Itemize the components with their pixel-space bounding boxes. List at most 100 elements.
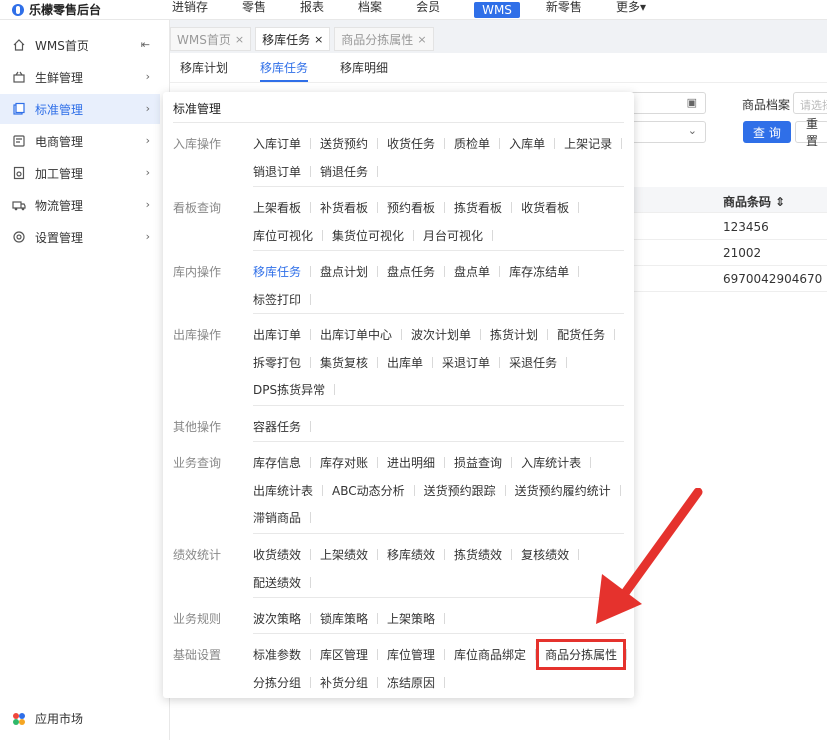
menu-item[interactable]: 标签打印 — [253, 291, 301, 308]
menu-item[interactable]: 集货复核 — [320, 354, 368, 371]
close-icon[interactable]: × — [314, 33, 323, 46]
menu-item[interactable]: 集货位可视化 — [332, 227, 404, 244]
menu-item-separator — [310, 676, 312, 688]
menu-item[interactable]: 质检单 — [454, 135, 490, 152]
menu-item-row: 拆零打包 集货复核 出库单 采退订单 采退任务 — [253, 354, 576, 371]
menu-item[interactable]: 波次计划单 — [411, 326, 471, 343]
product-filter-input[interactable]: 请选择 — [793, 92, 827, 114]
menu-item[interactable]: 拣货计划 — [490, 326, 538, 343]
menu-item[interactable]: 上架记录 — [564, 135, 612, 152]
menu-item[interactable]: 拣货看板 — [454, 199, 502, 216]
page-tab[interactable]: 商品分拣属性 × — [334, 27, 434, 51]
menu-item[interactable]: 损益查询 — [454, 454, 502, 471]
menu-item[interactable]: 收货看板 — [521, 199, 569, 216]
menu-item[interactable]: 采退任务 — [509, 354, 557, 371]
menu-item-separator — [377, 457, 379, 468]
sidebar-item-1[interactable]: WMS首页 ⇤ — [0, 30, 160, 60]
menu-item[interactable]: 送货预约 — [320, 135, 368, 152]
menu-item[interactable]: 出库订单中心 — [320, 326, 392, 343]
sidebar-item-3[interactable]: 标准管理 › — [0, 94, 160, 124]
menu-item[interactable]: 出库统计表 — [253, 482, 313, 499]
top-nav-item[interactable]: 新零售 — [546, 0, 582, 20]
close-icon[interactable]: × — [417, 33, 426, 46]
menu-item[interactable]: 库位商品绑定 — [454, 646, 526, 663]
menu-item[interactable]: 库存对账 — [320, 454, 368, 471]
page-tab[interactable]: WMS首页 × — [170, 27, 252, 51]
sidebar-item-4[interactable]: 电商管理 › — [0, 126, 160, 156]
menu-item[interactable]: 预约看板 — [387, 199, 435, 216]
query-button[interactable]: 查 询 — [743, 121, 791, 143]
menu-item[interactable]: 月台可视化 — [423, 227, 483, 244]
menu-item-separator — [310, 356, 312, 368]
menu-item[interactable]: DPS拣货异常 — [253, 381, 325, 398]
menu-item[interactable]: 标准参数 — [253, 646, 301, 663]
menu-item[interactable]: 补货分组 — [320, 674, 368, 691]
top-nav-item[interactable]: 进销存 — [172, 0, 208, 20]
page-tab[interactable]: 移库任务 × — [255, 27, 331, 51]
top-nav-item[interactable]: 更多▾ — [616, 0, 646, 20]
menu-item[interactable]: 拣货绩效 — [454, 546, 502, 563]
top-nav-item[interactable]: 档案 — [358, 0, 382, 20]
top-nav-item[interactable]: WMS — [474, 1, 520, 18]
menu-item[interactable]: 入库统计表 — [521, 454, 581, 471]
menu-item[interactable]: 锁库策略 — [320, 610, 368, 627]
menu-item[interactable]: 复核绩效 — [521, 546, 569, 563]
menu-item[interactable]: 上架看板 — [253, 199, 301, 216]
sub-tab[interactable]: 移库任务 — [260, 53, 309, 82]
menu-item[interactable]: 进出明细 — [387, 454, 435, 471]
sidebar-item-5[interactable]: 加工管理 › — [0, 158, 160, 188]
menu-item[interactable]: 出库订单 — [253, 326, 301, 343]
sidebar-item-2[interactable]: 生鲜管理 › — [0, 62, 160, 92]
menu-item[interactable]: ABC动态分析 — [332, 482, 405, 499]
menu-item[interactable]: 移库绩效 — [387, 546, 435, 563]
chevron-right-icon: › — [145, 166, 150, 179]
menu-item[interactable]: 滞销商品 — [253, 509, 301, 526]
sidebar-item-label: WMS首页 — [35, 38, 89, 53]
menu-item[interactable]: 收货任务 — [387, 135, 435, 152]
close-icon[interactable]: × — [235, 33, 244, 46]
menu-item[interactable]: 配货任务 — [557, 326, 605, 343]
menu-item[interactable]: 容器任务 — [253, 418, 301, 435]
sub-tab[interactable]: 移库明细 — [340, 53, 388, 82]
menu-item[interactable]: 盘点计划 — [320, 263, 368, 280]
menu-item[interactable]: 入库订单 — [253, 135, 301, 152]
menu-item[interactable]: 收货绩效 — [253, 546, 301, 563]
menu-item-separator — [334, 384, 336, 395]
menu-item[interactable]: 销退任务 — [320, 163, 368, 180]
menu-group-name: 业务规则 — [173, 612, 222, 626]
menu-item[interactable]: 库位管理 — [387, 646, 435, 663]
menu-item[interactable]: 库区管理 — [320, 646, 368, 663]
menu-item[interactable]: 库位可视化 — [253, 227, 313, 244]
menu-item[interactable]: 冻结原因 — [387, 674, 435, 691]
reset-button[interactable]: 重 置 — [795, 117, 827, 148]
menu-item[interactable]: 拆零打包 — [253, 354, 301, 371]
menu-item[interactable]: 入库单 — [509, 135, 545, 152]
menu-item[interactable]: 配送绩效 — [253, 574, 301, 591]
menu-item-separator — [444, 613, 446, 624]
menu-item[interactable]: 补货看板 — [320, 199, 368, 216]
menu-item[interactable]: 商品分拣属性 — [536, 639, 627, 670]
top-nav-item[interactable]: 零售 — [242, 0, 266, 20]
menu-item[interactable]: 移库任务 — [253, 263, 301, 280]
sidebar-item-6[interactable]: 物流管理 › — [0, 190, 160, 220]
menu-item[interactable]: 采退订单 — [442, 354, 490, 371]
menu-item[interactable]: 波次策略 — [253, 610, 301, 627]
menu-item[interactable]: 库存信息 — [253, 454, 301, 471]
menu-item[interactable]: 销退订单 — [253, 163, 301, 180]
top-nav-item[interactable]: 报表 — [300, 0, 324, 20]
menu-item[interactable]: 盘点任务 — [387, 263, 435, 280]
menu-item[interactable]: 库存冻结单 — [509, 263, 569, 280]
sidebar-item-7[interactable]: 设置管理 › — [0, 222, 160, 252]
barcode-column-header[interactable]: 商品条码 ⇕ — [723, 193, 785, 210]
menu-item[interactable]: 上架策略 — [387, 610, 435, 627]
sub-tab[interactable]: 移库计划 — [180, 53, 228, 82]
menu-item[interactable]: 盘点单 — [454, 263, 490, 280]
menu-item[interactable]: 上架绩效 — [320, 546, 368, 563]
top-nav-item[interactable]: 会员 — [416, 0, 440, 20]
menu-item[interactable]: 送货预约跟踪 — [424, 482, 496, 499]
app-market-link[interactable]: 应用市场 — [12, 710, 83, 727]
collapse-sidebar-icon[interactable]: ⇤ — [141, 38, 150, 51]
app-logo[interactable]: 乐檬零售后台 — [0, 1, 170, 18]
menu-item[interactable]: 出库单 — [387, 354, 423, 371]
menu-item[interactable]: 分拣分组 — [253, 674, 301, 691]
